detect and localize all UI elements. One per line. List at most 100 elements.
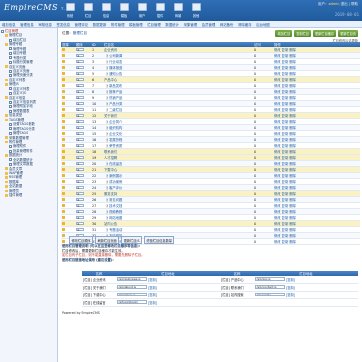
url-input[interactable]: /e/p/contact.js [255,285,285,289]
row-ops-links[interactable]: 修改 复制 删除 [274,132,296,136]
nav-link[interactable]: 管理评论 [75,22,89,27]
column-name-link[interactable]: 发展历程 [109,138,122,142]
column-name-link[interactable]: 常见问题 [109,198,122,202]
column-name-link[interactable]: 推荐产品 [109,90,122,94]
copy-button[interactable]: [复制] [148,286,157,290]
nav-link[interactable]: 模板管理 [129,22,143,27]
column-name-link[interactable]: 二级栏目 [109,108,122,112]
row-ops-links[interactable]: 修改 复制 删除 [274,234,296,238]
top-button[interactable]: 复制栏目 [294,30,311,37]
order-input[interactable]: 0 [76,47,84,51]
order-input[interactable]: 0 [76,203,84,207]
order-input[interactable]: 0 [76,53,84,57]
column-name-link[interactable]: 站内公告 [104,222,117,226]
order-input[interactable]: 0 [76,149,84,153]
row-ops-links[interactable]: 修改 复制 删除 [274,216,296,220]
order-input[interactable]: 0 [76,101,84,105]
row-ops-links[interactable]: 修改 复制 删除 [274,174,296,178]
url-input[interactable]: /e/p/about.js [117,285,147,289]
column-name-link[interactable]: 新品发布 [109,84,122,88]
order-input[interactable]: 0 [76,179,84,183]
nav-link[interactable]: 签发信息 [56,22,70,27]
nav-link[interactable]: 栏目管理 [147,22,161,27]
nav-link[interactable]: 数据更新 [93,22,107,27]
column-name-link[interactable]: 热销产品 [109,96,122,100]
row-ops-links[interactable]: 修改 复制 删除 [274,192,296,196]
column-name-link[interactable]: 组织机构 [109,126,122,130]
row-ops-links[interactable]: 修改 复制 删除 [274,48,296,52]
order-input[interactable]: 0 [76,119,84,123]
order-input[interactable]: 0 [76,89,84,93]
url-input[interactable]: /e/tool/gbook/ [117,300,147,305]
order-input[interactable]: 0 [76,95,84,99]
column-name-link[interactable]: 通知公告 [109,72,122,76]
order-input[interactable]: 0 [76,71,84,75]
row-ops-links[interactable]: 修改 复制 删除 [274,114,296,118]
nav-link[interactable]: 后台地图 [256,22,270,27]
copy-button[interactable]: [复制] [148,278,157,282]
url-input[interactable]: /e/search/ [255,292,285,297]
order-input[interactable]: 0 [76,191,84,195]
row-ops-links[interactable]: 修改 复制 删除 [274,102,296,106]
order-input[interactable]: 0 [76,161,84,165]
header-icon-button[interactable]: 模板 [116,2,132,19]
column-name-link[interactable]: 人才招聘 [104,156,117,160]
row-ops-links[interactable]: 修改 复制 删除 [274,156,296,160]
nav-link[interactable]: 会员管理 [202,22,216,27]
copy-button[interactable]: [复制] [148,293,157,297]
column-name-link[interactable]: 关于我们 [104,114,117,118]
header-icon-button[interactable]: 信息 [98,2,114,19]
column-name-link[interactable]: 客户评价 [109,186,122,190]
row-ops-links[interactable]: 修改 复制 删除 [274,210,296,214]
sidebar-item[interactable]: 插件管理 [0,193,57,197]
url-input[interactable]: /e/p/pro.js [255,277,285,282]
order-input[interactable]: 0 [76,107,84,111]
row-ops-links[interactable]: 修改 复制 删除 [274,150,296,154]
header-icon-button[interactable]: 栏目 [80,2,96,19]
row-ops-links[interactable]: 修改 复制 删除 [274,108,296,112]
row-ops-links[interactable]: 修改 复制 删除 [274,66,296,70]
row-ops-links[interactable]: 修改 复制 删除 [274,180,296,184]
order-input[interactable]: 0 [76,131,84,135]
row-ops-links[interactable]: 修改 复制 删除 [274,162,296,166]
action-button[interactable]: 刷新栏目页面 [95,236,120,244]
row-ops-links[interactable]: 修改 复制 删除 [274,186,296,190]
row-ops-links[interactable]: 修改 复制 删除 [274,138,296,142]
order-input[interactable]: 0 [76,125,84,129]
nav-link[interactable]: 增加信息 [2,22,16,27]
copy-button[interactable]: [复制] [286,293,295,297]
url-input[interactable]: /e/p/down.js [117,292,147,297]
order-input[interactable]: 0 [76,65,84,69]
copy-button[interactable]: [复制] [286,278,295,282]
nav-link[interactable]: 附件管理 [111,22,125,27]
row-ops-links[interactable]: 修改 复制 删除 [274,204,296,208]
column-name-link[interactable]: 下载中心 [104,168,117,172]
column-name-link[interactable]: 专题活动 [109,228,122,232]
nav-link[interactable]: 审核信息 [38,22,52,27]
order-input[interactable]: 0 [76,215,84,219]
column-name-link[interactable]: 企业文化 [109,132,122,136]
order-input[interactable]: 0 [76,173,84,177]
copy-button[interactable]: [复制] [286,286,295,290]
row-ops-links[interactable]: 修改 复制 删除 [274,144,296,148]
header-icon-button[interactable]: 商城 [170,2,186,19]
order-input[interactable]: 0 [76,59,84,63]
column-name-link[interactable]: 联系我们 [104,150,117,154]
row-ops-links[interactable]: 修改 复制 删除 [274,60,296,64]
row-ops-links[interactable]: 修改 复制 删除 [274,78,296,82]
action-button[interactable]: 终极栏目信息数量 [143,236,175,244]
column-name-link[interactable]: 成功案例 [109,180,122,184]
column-name-link[interactable]: 媒体报道 [109,66,122,70]
top-button[interactable]: 更新栏目缓存 [312,30,337,37]
order-input[interactable]: 0 [76,185,84,189]
row-ops-links[interactable]: 修改 复制 删除 [274,84,296,88]
row-ops-links[interactable]: 修改 复制 删除 [274,198,296,202]
order-input[interactable]: 0 [76,221,84,225]
nav-link[interactable]: 清除缓存 [238,22,252,27]
order-input[interactable]: 0 [76,143,84,147]
column-name-link[interactable]: 网站地图 [109,216,122,220]
column-name-link[interactable]: 服务支持 [104,192,117,196]
column-name-link[interactable]: 视频教程 [109,210,122,214]
nav-link[interactable]: 管理信息 [20,22,34,27]
column-name-link[interactable]: 产品分类 [109,102,122,106]
